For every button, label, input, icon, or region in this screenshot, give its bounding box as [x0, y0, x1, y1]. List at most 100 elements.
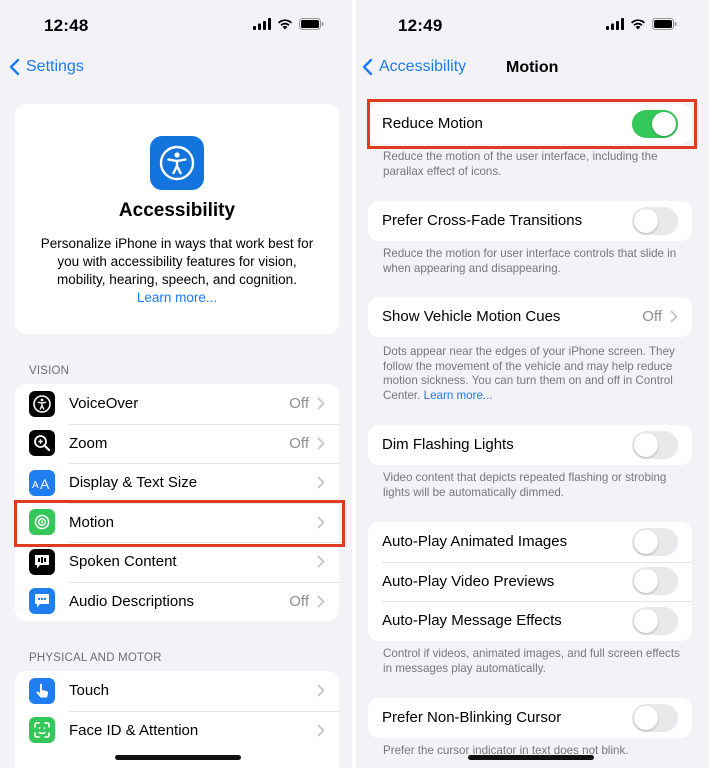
- zoom-icon: [29, 430, 55, 457]
- reduce-motion-footer: Reduce the motion of the user interface,…: [383, 150, 658, 178]
- row-value: Off: [289, 434, 309, 452]
- wifi-icon: [278, 19, 292, 30]
- battery-icon: [652, 18, 677, 30]
- wifi-icon: [631, 19, 645, 30]
- vehicle-cues-footer: Dots appear near the edges of your iPhon…: [383, 345, 689, 403]
- chevron-right-icon: [670, 310, 678, 323]
- row-label: Dim Flashing Lights: [382, 436, 514, 454]
- list-item-zoom[interactable]: Zoom Off: [15, 423, 339, 464]
- row-label: Prefer Non-Blinking Cursor: [382, 709, 562, 727]
- svg-text:A: A: [40, 476, 50, 491]
- battery-icon: [299, 18, 324, 30]
- autoplay-message-effects-toggle[interactable]: [632, 606, 678, 635]
- dim-flashing-footer: Video content that depicts repeated flas…: [383, 471, 667, 499]
- autoplay-footer: Control if videos, animated images, and …: [383, 647, 680, 675]
- toggle-knob: [634, 569, 658, 594]
- list-item-display-text-size[interactable]: AA Display & Text Size: [15, 463, 339, 503]
- toggle-knob: [634, 432, 658, 457]
- chevron-right-icon: [317, 595, 325, 608]
- row-label: Show Vehicle Motion Cues: [382, 308, 561, 326]
- dim-flashing-toggle[interactable]: [632, 430, 678, 459]
- autoplay-message-effects-row: Auto-Play Message Effects: [368, 601, 692, 641]
- status-bar: 12:48: [0, 0, 352, 50]
- voiceover-icon: [29, 390, 55, 417]
- status-bar: 12:49: [356, 0, 709, 50]
- physical-motor-list: Touch Face ID & Attention: [15, 671, 339, 768]
- learn-more-link[interactable]: Learn more...: [15, 290, 339, 305]
- row-label: Display & Text Size: [69, 474, 198, 492]
- page-title: Motion: [506, 59, 559, 76]
- row-label: Auto-Play Video Previews: [382, 572, 555, 590]
- row-label: Auto-Play Message Effects: [382, 612, 562, 630]
- back-to-settings-button[interactable]: Settings: [8, 58, 84, 76]
- face-id-icon: [29, 717, 55, 744]
- row-label: Face ID & Attention: [69, 721, 199, 739]
- cellular-signal-icon: [253, 18, 271, 30]
- row-label: Zoom: [69, 434, 108, 452]
- autoplay-video-previews-toggle[interactable]: [632, 567, 678, 596]
- non-blinking-row: Prefer Non-Blinking Cursor: [368, 698, 692, 738]
- accessibility-icon: [150, 136, 204, 190]
- toggle-knob: [634, 529, 658, 554]
- toggle-knob: [634, 608, 658, 633]
- status-time: 12:49: [398, 16, 443, 35]
- cross-fade-toggle[interactable]: [632, 206, 678, 235]
- list-item-touch[interactable]: Touch: [15, 671, 339, 711]
- chevron-right-icon: [317, 476, 325, 489]
- chevron-right-icon: [317, 397, 325, 410]
- motion-highlight-box: [14, 500, 345, 547]
- hero-description: Personalize iPhone in ways that work bes…: [40, 236, 314, 287]
- row-label: Audio Descriptions: [69, 592, 195, 610]
- chevron-right-icon: [317, 555, 325, 568]
- accessibility-hero-card: Accessibility Personalize iPhone in ways…: [15, 104, 339, 334]
- back-label: Accessibility: [379, 58, 467, 75]
- display-text-size-icon: AA: [29, 469, 55, 496]
- home-indicator[interactable]: [115, 755, 241, 760]
- reduce-motion-highlight-box: [367, 99, 697, 149]
- touch-icon: [29, 677, 55, 704]
- non-blinking-group: Prefer Non-Blinking Cursor: [368, 698, 692, 738]
- motion-settings-screen: 12:49 Accessibility Motion Reduce Motion…: [356, 0, 709, 768]
- status-icons: [606, 18, 677, 30]
- row-label: Prefer Cross-Fade Transitions: [382, 212, 583, 230]
- list-item-spoken-content[interactable]: Spoken Content: [15, 542, 339, 582]
- physical-motor-section-header: PHYSICAL AND MOTOR: [29, 652, 162, 664]
- chevron-left-icon: [362, 58, 373, 76]
- back-label: Settings: [26, 58, 84, 75]
- non-blinking-cursor-toggle[interactable]: [632, 703, 678, 732]
- list-item-audio-descriptions[interactable]: Audio Descriptions Off: [15, 581, 339, 622]
- accessibility-screen: 12:48 Settings Accessibility Personalize…: [0, 0, 352, 768]
- row-label: Spoken Content: [69, 553, 177, 571]
- nav-bar: Accessibility Motion: [356, 50, 709, 86]
- toggle-knob: [634, 208, 658, 233]
- svg-text:A: A: [32, 480, 39, 491]
- home-indicator[interactable]: [468, 755, 594, 760]
- hero-title: Accessibility: [118, 200, 236, 221]
- list-item-voiceover[interactable]: VoiceOver Off: [15, 384, 339, 424]
- back-to-accessibility-button[interactable]: Accessibility: [361, 58, 466, 76]
- spoken-content-icon: [29, 548, 55, 575]
- dim-flashing-row: Dim Flashing Lights: [368, 425, 692, 465]
- dim-flashing-group: Dim Flashing Lights: [368, 425, 692, 465]
- status-icons: [253, 18, 324, 30]
- cross-fade-group: Prefer Cross-Fade Transitions: [368, 201, 692, 241]
- row-label: Touch: [69, 682, 110, 700]
- chevron-left-icon: [9, 58, 20, 76]
- row-label: VoiceOver: [69, 395, 139, 413]
- toggle-knob: [634, 705, 658, 730]
- chevron-right-icon: [317, 684, 325, 697]
- vehicle-cues-group: Show Vehicle Motion Cues Off: [368, 297, 692, 337]
- vehicle-cues-row[interactable]: Show Vehicle Motion Cues Off: [368, 297, 692, 337]
- cellular-signal-icon: [606, 18, 624, 30]
- cross-fade-row: Prefer Cross-Fade Transitions: [368, 201, 692, 241]
- learn-more-link[interactable]: Learn more...: [424, 389, 493, 402]
- chevron-right-icon: [317, 724, 325, 737]
- list-item-face-id-attention[interactable]: Face ID & Attention: [15, 710, 339, 751]
- nav-bar: Settings: [0, 50, 352, 86]
- audio-descriptions-icon: [29, 588, 55, 615]
- row-value: Off: [289, 395, 309, 413]
- autoplay-animated-images-toggle[interactable]: [632, 527, 678, 556]
- status-time: 12:48: [44, 16, 89, 35]
- row-value: Off: [289, 592, 309, 610]
- row-value: Off: [642, 308, 662, 326]
